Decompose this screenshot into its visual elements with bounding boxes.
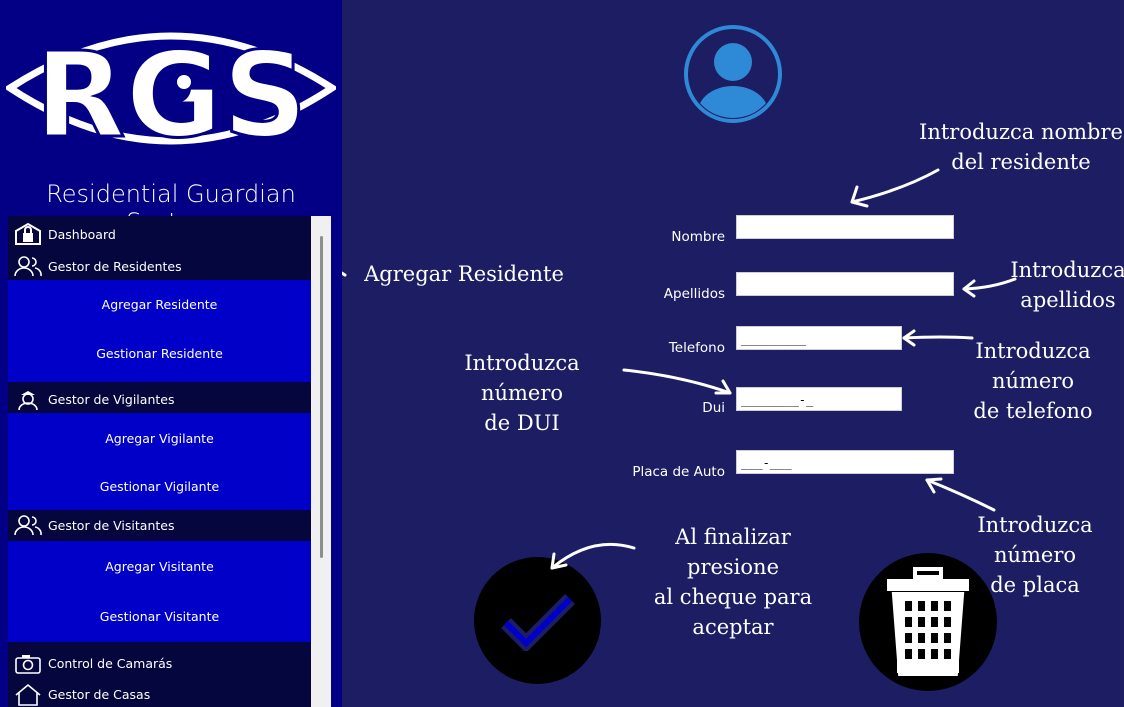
menu-scrollbar-thumb[interactable] bbox=[320, 236, 323, 558]
menu-item-visitantes-label: Gestor de Visitantes bbox=[48, 517, 175, 533]
camera-icon bbox=[8, 651, 48, 675]
arrow-telefono bbox=[902, 335, 974, 340]
submenu-gestionar-visitante[interactable]: Gestionar Visitante bbox=[8, 609, 311, 624]
submenu-agregar-residente[interactable]: Agregar Residente bbox=[8, 297, 311, 312]
logo-eye-icon: RGS bbox=[6, 25, 336, 166]
menu-item-casas[interactable]: Gestor de Casas bbox=[8, 682, 311, 706]
house-icon bbox=[8, 682, 48, 706]
arrow-placa bbox=[925, 478, 996, 512]
menu-item-residentes[interactable]: Gestor de Residentes bbox=[8, 254, 311, 278]
menu-item-dashboard-label: Dashboard bbox=[48, 226, 116, 242]
menu-scrollbar[interactable] bbox=[311, 216, 331, 707]
menu-item-camaras[interactable]: Control de Camarás bbox=[8, 650, 311, 676]
submenu-vigilantes: Agregar Vigilante Gestionar Vigilante bbox=[8, 413, 311, 510]
sidebar: RGS Residential Guardian System Dashboar… bbox=[0, 0, 342, 707]
users-icon bbox=[8, 254, 48, 278]
submenu-agregar-vigilante[interactable]: Agregar Vigilante bbox=[8, 431, 311, 446]
menu-item-residentes-label: Gestor de Residentes bbox=[48, 258, 182, 274]
side-menu: Dashboard Gestor de Residentes Agregar R… bbox=[8, 216, 311, 707]
visitors-icon bbox=[8, 513, 48, 537]
submenu-residentes: Agregar Residente Gestionar Residente bbox=[8, 280, 311, 382]
lock-icon bbox=[8, 222, 48, 246]
arrow-agregar-residente bbox=[342, 271, 347, 277]
menu-item-dashboard[interactable]: Dashboard bbox=[8, 222, 311, 246]
logo: RGS Residential Guardian System bbox=[0, 0, 342, 236]
guard-icon bbox=[8, 387, 48, 411]
menu-item-casas-label: Gestor de Casas bbox=[48, 686, 151, 702]
menu-item-vigilantes-label: Gestor de Vigilantes bbox=[48, 391, 175, 407]
submenu-gestionar-vigilante[interactable]: Gestionar Vigilante bbox=[8, 479, 311, 494]
submenu-visitantes: Agregar Visitante Gestionar Visitante bbox=[8, 541, 311, 642]
menu-item-vigilantes[interactable]: Gestor de Vigilantes bbox=[8, 385, 311, 413]
menu-item-camaras-label: Control de Camarás bbox=[48, 655, 173, 671]
submenu-agregar-visitante[interactable]: Agregar Visitante bbox=[8, 559, 311, 574]
submenu-gestionar-residente[interactable]: Gestionar Residente bbox=[8, 346, 311, 361]
annotation-arrows bbox=[342, 168, 1017, 570]
main-content: Nombre Apellidos Telefono _________ Dui … bbox=[342, 0, 1124, 707]
arrow-dui bbox=[622, 368, 732, 395]
arrow-nombre bbox=[850, 168, 940, 204]
menu-item-visitantes[interactable]: Gestor de Visitantes bbox=[8, 513, 311, 537]
